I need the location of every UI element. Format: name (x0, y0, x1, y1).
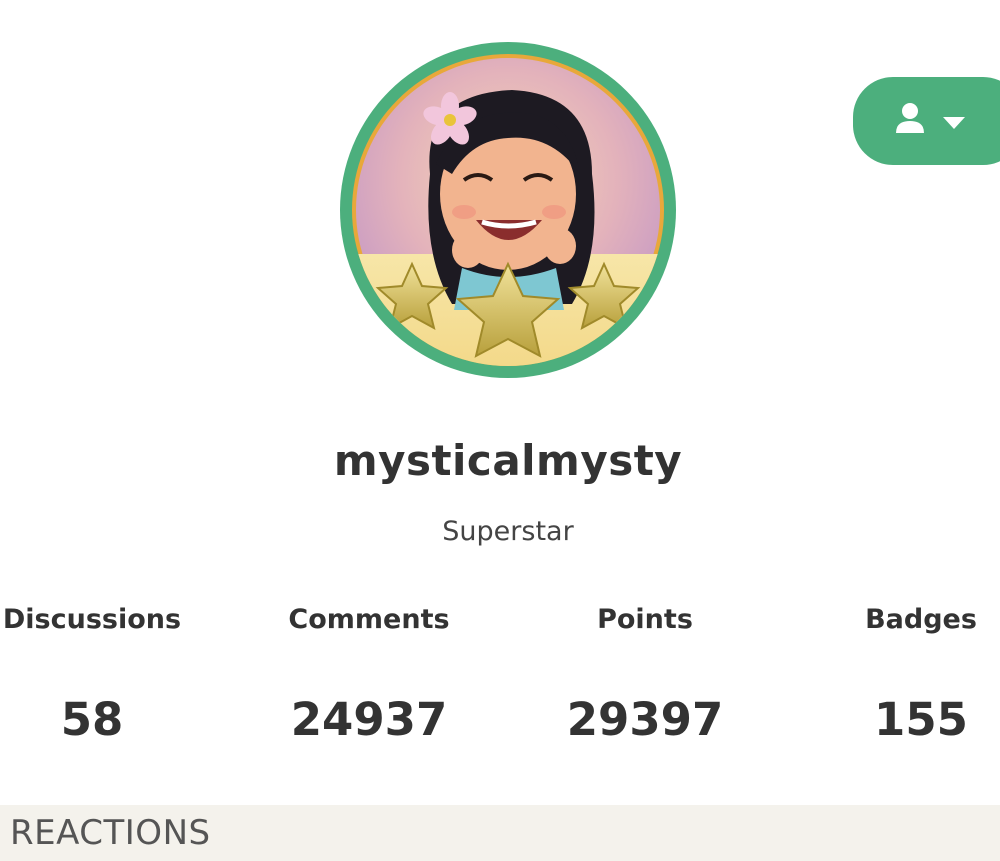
stat-label: Comments (288, 604, 450, 635)
stat-value: 29397 (566, 693, 724, 746)
stat-label: Discussions (2, 604, 182, 635)
username: mysticalmysty (333, 436, 683, 485)
profile-options-button[interactable] (853, 77, 1000, 165)
profile-page: mysticalmysty Superstar Discussions 58 C… (0, 0, 1000, 861)
avatar-image (352, 54, 664, 366)
caret-down-icon (943, 114, 965, 133)
avatar[interactable] (340, 42, 676, 378)
stat-label: Points (597, 604, 693, 635)
stat-value: 24937 (290, 693, 448, 746)
profile-stats: Discussions 58 Comments 24937 Points 293… (0, 600, 1000, 760)
stat-label: Badges (865, 604, 977, 635)
stat-discussions[interactable]: Discussions 58 (0, 600, 212, 748)
stat-comments[interactable]: Comments 24937 (249, 600, 489, 748)
user-icon (893, 101, 927, 139)
stat-value: 155 (874, 693, 968, 746)
reactions-section-header: REACTIONS (0, 805, 1000, 861)
stat-points[interactable]: Points 29397 (525, 600, 765, 748)
reactions-title: REACTIONS (10, 813, 211, 853)
avatar-illustration (352, 58, 664, 366)
stat-value: 58 (60, 693, 124, 746)
user-rank: Superstar (442, 516, 574, 547)
stat-badges[interactable]: Badges 155 (801, 600, 1000, 748)
